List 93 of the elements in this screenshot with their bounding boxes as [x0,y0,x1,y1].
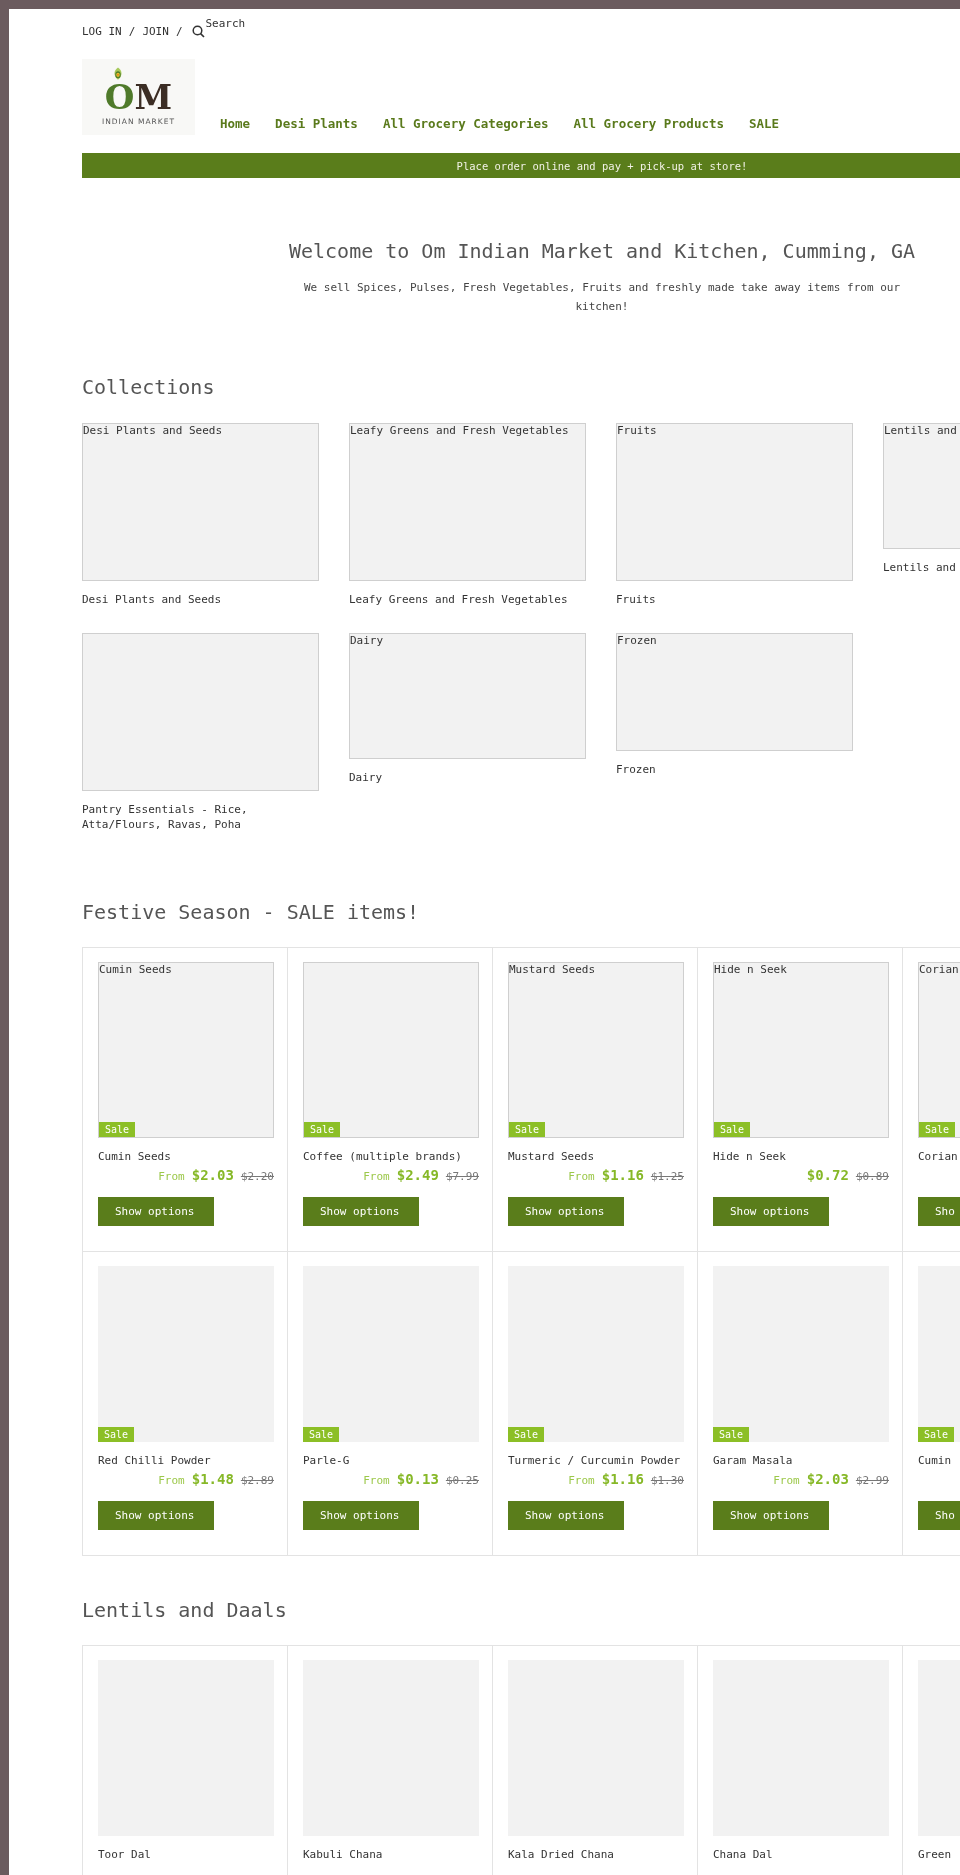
sale-price: $0.72 [806,1167,849,1183]
nav-link[interactable]: Home [220,116,251,131]
collection-link[interactable]: Dairy [349,770,586,785]
collection-link[interactable]: Leafy Greens and Fresh Vegetables [349,592,586,607]
intro-text: We sell Spices, Pulses, Fresh Vegetables, Fruits and freshly made take away items from our kitchen! [303,280,901,315]
collection-link[interactable]: Lentils and [883,560,960,575]
sale-price: $1.48 [191,1471,234,1487]
image-placeholder[interactable] [82,633,319,791]
image-placeholder[interactable]: Desi Plants and Seeds [82,423,319,581]
product-name[interactable]: Chana Dal [713,1847,887,1863]
collection-link[interactable]: Desi Plants and Seeds [82,592,319,607]
image-placeholder[interactable]: Fruits [616,423,853,581]
collection-link[interactable]: Frozen [616,762,853,777]
show-options-button[interactable]: Sho [918,1501,960,1530]
price-prefix: From [158,1170,185,1183]
image-placeholder[interactable]: Hide n Seek Sale [713,962,889,1138]
show-options-button[interactable]: Show options [713,1501,829,1530]
original-price: $7.99 [445,1170,479,1183]
original-price: $0.89 [855,1170,889,1183]
product-name[interactable]: Red Chilli Powder [98,1453,272,1469]
separator: / [128,24,136,38]
sale-badge: Sale [919,1122,956,1137]
image-placeholder[interactable]: Cumin Seeds Sale [98,962,274,1138]
image-placeholder[interactable]: Frozen [616,633,853,751]
section-title: Festive Season - SALE items! [82,899,421,926]
show-options-button[interactable]: Show options [508,1197,624,1226]
original-price: $1.30 [650,1474,684,1487]
product-name[interactable]: Kabuli Chana [303,1847,477,1863]
sale-price: $1.16 [601,1167,644,1183]
sale-badge: Sale [303,1427,340,1442]
show-options-button[interactable]: Show options [508,1501,624,1530]
collection-link[interactable]: Pantry Essentials - Rice, Atta/Flours, Ravas, Poha [82,802,319,832]
price-prefix: From [568,1474,595,1487]
search-icon[interactable] [191,24,205,38]
sale-price: $2.03 [191,1167,234,1183]
product-name[interactable]: Kala Dried Chana [508,1847,682,1863]
product-name[interactable]: Cumin [918,1453,960,1469]
search-link[interactable]: Search [205,16,246,30]
show-options-button[interactable]: Show options [98,1197,214,1226]
account-link[interactable]: JOIN [142,24,169,38]
price-prefix: From [158,1474,185,1487]
product-name[interactable]: Hide n Seek [713,1149,887,1165]
product-name[interactable]: Turmeric / Curcumin Powder [508,1453,682,1469]
show-options-button[interactable]: Show options [303,1501,419,1530]
sale-badge: Sale [713,1427,750,1442]
sale-price: $2.49 [396,1167,439,1183]
image-placeholder[interactable]: Lentils and [883,423,960,549]
sale-badge: Sale [918,1427,955,1442]
price-prefix: From [363,1474,390,1487]
price-prefix: From [773,1474,800,1487]
product-name[interactable]: Corian [918,1149,960,1165]
announcement-text: Place order online and pay + pick-up at store! [456,159,748,172]
nav-link[interactable]: All Grocery Products [573,116,724,131]
section-title: Lentils and Daals [82,1597,288,1624]
product-name[interactable]: Toor Dal [98,1847,272,1863]
image-placeholder[interactable]: Dairy [349,633,586,759]
account-link[interactable]: LOG IN [82,24,122,38]
sale-badge: Sale [304,1122,341,1137]
sale-badge: Sale [714,1122,751,1137]
original-price: $2.99 [855,1474,889,1487]
price-prefix: From [568,1170,595,1183]
nav-link[interactable]: All Grocery Categories [382,116,549,131]
product-name[interactable]: Mustard Seeds [508,1149,682,1165]
product-name[interactable]: Garam Masala [713,1453,887,1469]
image-placeholder[interactable]: Corian Sale [918,962,960,1138]
product-name[interactable]: Coffee (multiple brands) [303,1149,477,1165]
original-price: $2.20 [240,1170,274,1183]
original-price: $1.25 [650,1170,684,1183]
price-prefix: From [363,1170,390,1183]
original-price: $2.89 [240,1474,274,1487]
nav-link[interactable]: Desi Plants [275,116,358,131]
product-name[interactable]: Cumin Seeds [98,1149,272,1165]
sale-badge: Sale [98,1427,135,1442]
show-options-button[interactable]: Show options [713,1197,829,1226]
page-title: Welcome to Om Indian Market and Kitchen, Cumming, GA [287,238,917,265]
section-title: Collections [82,374,216,401]
nav-link[interactable]: SALE [749,116,780,131]
show-options-button[interactable]: Show options [303,1197,419,1226]
product-name[interactable]: Green [918,1847,960,1863]
sale-badge: Sale [99,1122,136,1137]
sale-badge: Sale [508,1427,545,1442]
show-options-button[interactable]: Show options [98,1501,214,1530]
separator: / [175,24,183,38]
image-placeholder[interactable]: Leafy Greens and Fresh Vegetables [349,423,586,581]
product-name[interactable]: Parle-G [303,1453,477,1469]
image-placeholder[interactable]: Mustard Seeds Sale [508,962,684,1138]
sale-badge: Sale [509,1122,546,1137]
sale-price: $1.16 [601,1471,644,1487]
sale-price: $0.13 [396,1471,439,1487]
original-price: $0.25 [445,1474,479,1487]
sale-price: $2.03 [806,1471,849,1487]
show-options-button[interactable]: Sho [918,1197,960,1226]
collection-link[interactable]: Fruits [616,592,853,607]
